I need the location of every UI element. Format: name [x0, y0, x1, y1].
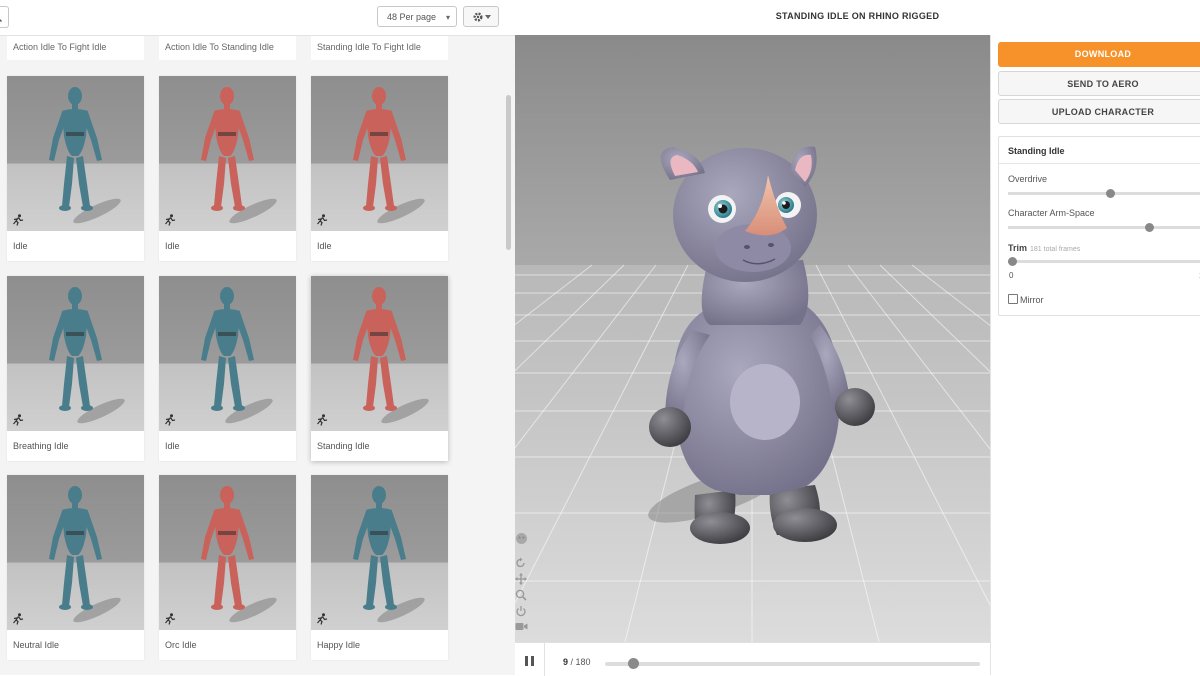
animation-card-label: Idle	[165, 441, 180, 451]
arm-space-slider[interactable]	[1008, 226, 1200, 229]
mannequin-figure	[353, 486, 425, 623]
mannequin-figure	[201, 486, 277, 623]
mannequin-figure	[353, 87, 425, 224]
upload-character-button[interactable]: UPLOAD CHARACTER	[998, 99, 1200, 124]
arm-space-label: Character Arm-Space	[1008, 208, 1095, 218]
animation-card[interactable]: Breathing Idle	[7, 276, 144, 461]
animation-icon	[13, 414, 24, 426]
face-icon[interactable]	[515, 532, 528, 545]
animation-thumbnail	[311, 276, 448, 431]
animation-card-label: Breathing Idle	[13, 441, 69, 451]
animation-card-label: Orc Idle	[165, 640, 197, 650]
playback-bar: 9 / 180	[515, 642, 990, 676]
animation-card[interactable]: Orc Idle	[159, 475, 296, 660]
animation-thumbnail	[7, 76, 144, 231]
animation-card[interactable]: Idle	[159, 76, 296, 261]
settings-dropdown-button[interactable]	[463, 6, 499, 27]
zoom-icon[interactable]	[515, 589, 527, 601]
animation-thumbnail	[311, 76, 448, 231]
pause-button[interactable]	[525, 656, 534, 666]
search-icon	[0, 15, 2, 22]
trim-min-label: 0	[1009, 271, 1014, 280]
list-item[interactable]: Standing Idle To Fight Idle	[311, 36, 448, 60]
send-to-aero-button[interactable]: SEND TO AERO	[998, 71, 1200, 96]
animation-browser: 48 Per page ▾ Action Idle To Fight Idle …	[0, 0, 515, 675]
animation-card[interactable]: Idle	[311, 76, 448, 261]
caret-down-icon	[485, 15, 491, 19]
animation-thumbnail	[7, 475, 144, 630]
mannequin-figure	[49, 486, 121, 623]
download-button[interactable]: DOWNLOAD	[998, 42, 1200, 67]
frame-current: 9	[563, 657, 569, 667]
power-icon[interactable]	[515, 605, 527, 617]
animation-thumbnail	[159, 475, 296, 630]
overdrive-handle[interactable]	[1106, 189, 1115, 198]
trim-label: Trim 181 total frames	[1008, 243, 1081, 253]
trim-frames-note: 181 total frames	[1030, 246, 1081, 253]
animation-icon	[165, 613, 176, 625]
animation-card-label: Idle	[165, 241, 180, 251]
animation-icon	[317, 414, 328, 426]
search-button[interactable]	[0, 6, 9, 28]
camera-icon[interactable]	[515, 621, 528, 632]
mirror-label: Mirror	[1020, 295, 1044, 305]
animation-icon	[165, 414, 176, 426]
animation-thumbnail	[311, 475, 448, 630]
animation-card-label: Standing Idle	[317, 441, 370, 451]
animation-card[interactable]: Standing Idle	[311, 276, 448, 461]
timeline-handle[interactable]	[628, 658, 639, 669]
mannequin-figure	[353, 287, 429, 424]
overdrive-slider[interactable]	[1008, 192, 1200, 195]
arm-space-handle[interactable]	[1145, 223, 1154, 232]
animation-card[interactable]: Neutral Idle	[7, 475, 144, 660]
panel-title: Standing Idle	[1008, 146, 1065, 156]
mannequin-figure	[49, 87, 121, 224]
mirror-checkbox[interactable]: Mirror	[1008, 294, 1044, 305]
mannequin-figure	[201, 87, 277, 224]
animation-thumbnail	[159, 76, 296, 231]
animation-card-label: Happy Idle	[317, 640, 361, 650]
animation-card-label: Neutral Idle	[13, 640, 60, 650]
animation-settings-panel: Standing Idle Overdrive Character Arm-Sp…	[998, 136, 1200, 316]
gear-icon	[473, 12, 483, 22]
pause-icon	[525, 656, 528, 666]
panel-header: Standing Idle	[999, 137, 1200, 164]
scrollbar[interactable]	[506, 95, 511, 250]
viewer: 9 / 180	[515, 0, 990, 676]
trim-slider[interactable]	[1008, 260, 1200, 263]
mannequin-figure	[201, 287, 273, 424]
animation-card[interactable]: Idle	[159, 276, 296, 461]
list-item[interactable]: Action Idle To Standing Idle	[159, 36, 296, 60]
mannequin-figure	[49, 287, 125, 424]
checkbox-icon	[1008, 294, 1018, 304]
per-page-value: 48 Per page	[387, 12, 437, 22]
animation-thumbnail	[159, 276, 296, 431]
animation-icon	[165, 214, 176, 226]
animation-card[interactable]: Idle	[7, 76, 144, 261]
chevron-down-icon: ▾	[445, 13, 450, 22]
animation-icon	[13, 613, 24, 625]
animation-thumbnail	[7, 276, 144, 431]
move-icon[interactable]	[515, 573, 527, 585]
timeline-track[interactable]	[605, 662, 980, 666]
animation-card-label: Idle	[317, 241, 332, 251]
per-page-select[interactable]: 48 Per page ▾	[377, 6, 457, 27]
browser-toolbar: 48 Per page ▾	[0, 0, 515, 36]
animation-icon	[13, 214, 24, 226]
overdrive-label: Overdrive	[1008, 174, 1048, 184]
divider	[544, 643, 545, 676]
3d-viewport[interactable]	[515, 35, 990, 642]
settings-sidebar: DOWNLOAD SEND TO AERO UPLOAD CHARACTER S…	[990, 35, 1200, 675]
trim-start-handle[interactable]	[1008, 257, 1017, 266]
frame-total: / 180	[570, 657, 591, 667]
animation-icon	[317, 214, 328, 226]
list-item[interactable]: Action Idle To Fight Idle	[7, 36, 144, 60]
animation-card[interactable]: Happy Idle	[311, 475, 448, 660]
animation-card-label: Idle	[13, 241, 28, 251]
rotate-icon[interactable]	[515, 557, 527, 569]
frame-counter: 9 / 180	[563, 657, 591, 667]
animation-icon	[317, 613, 328, 625]
